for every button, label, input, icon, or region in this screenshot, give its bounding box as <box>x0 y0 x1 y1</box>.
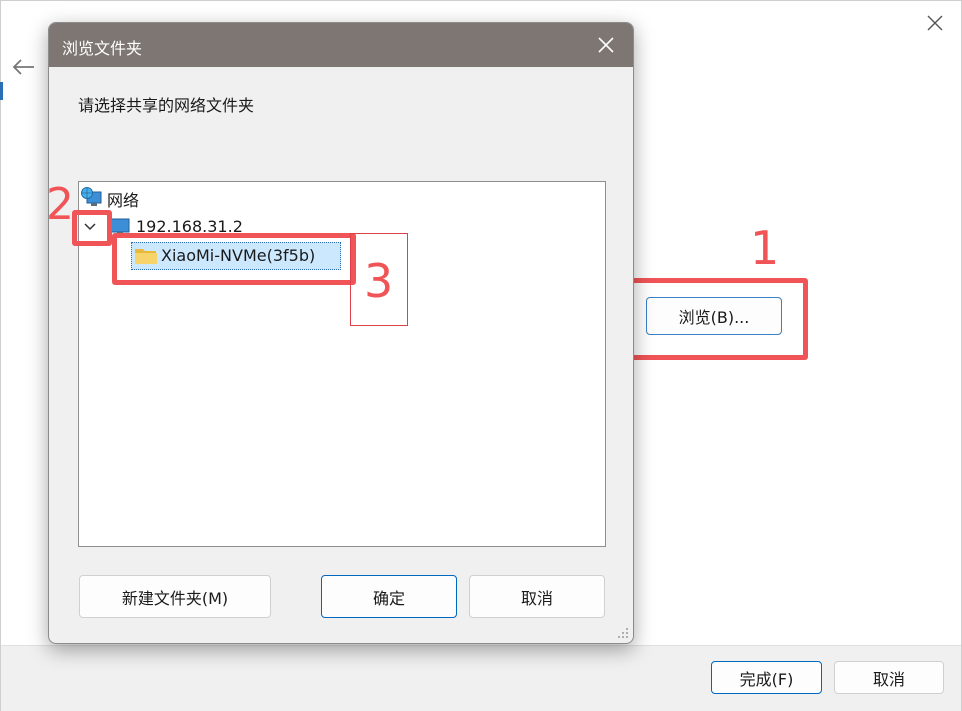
back-arrow-icon[interactable] <box>10 56 36 78</box>
close-icon[interactable] <box>594 33 618 57</box>
dialog-title: 浏览文件夹 <box>62 39 143 58</box>
left-edge-accent <box>0 82 3 100</box>
new-folder-button[interactable]: 新建文件夹(M) <box>79 575 271 618</box>
ok-button[interactable]: 确定 <box>321 575 457 618</box>
annotation-number-3: 3 <box>364 254 394 308</box>
resize-grip-icon[interactable] <box>616 626 630 640</box>
tree-item-label: 网络 <box>107 191 140 210</box>
close-icon[interactable] <box>925 13 945 33</box>
dialog-prompt: 请选择共享的网络文件夹 <box>78 96 255 115</box>
annotation-number-1: 1 <box>750 221 780 275</box>
network-icon <box>81 187 102 206</box>
annotation-box-3 <box>112 233 356 285</box>
annotation-box-1 <box>628 278 808 360</box>
browse-folder-dialog: 浏览文件夹 请选择共享的网络文件夹 网络 192.168.31.2 XiaoMi… <box>48 22 634 644</box>
annotation-box-2 <box>72 210 112 246</box>
tree-item-network[interactable]: 网络 <box>79 184 279 210</box>
annotation-number-2: 2 <box>46 179 74 230</box>
finish-button[interactable]: 完成(F) <box>711 661 822 694</box>
dialog-cancel-button[interactable]: 取消 <box>469 575 605 618</box>
wizard-cancel-button[interactable]: 取消 <box>834 661 944 694</box>
